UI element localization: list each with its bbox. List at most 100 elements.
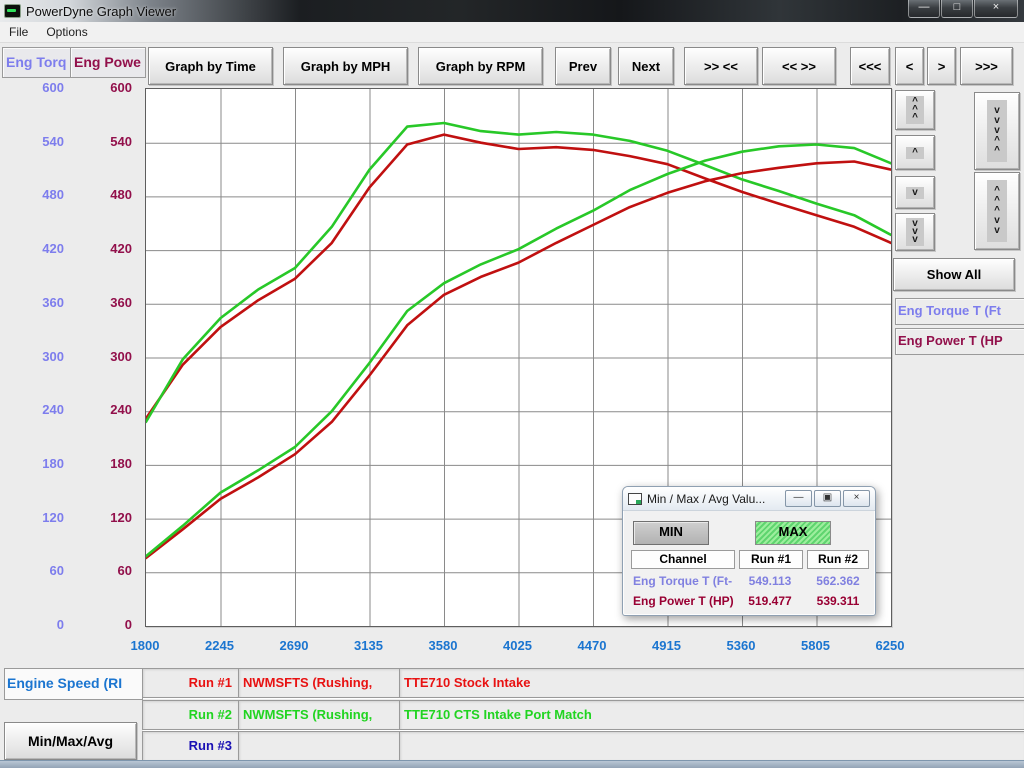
title-bar: PowerDyne Graph Viewer — □ ×: [0, 0, 1024, 22]
toolbar-next-button[interactable]: Next: [618, 47, 674, 85]
y-tick-540: 540: [68, 134, 132, 149]
x-tick-1800: 1800: [110, 638, 180, 653]
run3-dyno-label: [238, 731, 400, 761]
maximize-icon[interactable]: □: [941, 0, 973, 18]
scroll-down-button[interactable]: v: [895, 176, 935, 209]
power-channel-label[interactable]: Eng Power T (HP: [895, 328, 1024, 355]
chevron-down-icon: v: [906, 187, 924, 199]
min-max-avg-dialog: Min / Max / Avg Valu... — ▣ × MIN MAX Ch…: [622, 486, 876, 616]
toolbar-pan-left-button[interactable]: <: [895, 47, 924, 85]
power-row-channel: Eng Power T (HP): [633, 594, 739, 608]
powerdyne-window: PowerDyne Graph Viewer — □ × File Option…: [0, 0, 1024, 768]
y-tick-120: 120: [68, 510, 132, 525]
x-tick-2245: 2245: [185, 638, 255, 653]
y-tick-240: 240: [0, 402, 64, 417]
menu-bar: File Options: [0, 22, 1024, 43]
dialog-restore-icon[interactable]: ▣: [814, 490, 841, 507]
toolbar-graph-by-time-button[interactable]: Graph by Time: [148, 47, 273, 85]
run2-dyno-label: NWMSFTS (Rushing,: [238, 700, 400, 730]
torque-run1-max: 549.113: [739, 574, 801, 588]
run3-description: [399, 731, 1024, 761]
y-tick-480: 480: [68, 187, 132, 202]
y-tick-180: 180: [68, 456, 132, 471]
chevron-up-icon: ^: [906, 147, 924, 159]
power-axis-header[interactable]: Eng Powe: [70, 47, 146, 78]
dialog-close-icon[interactable]: ×: [843, 490, 870, 507]
menu-file[interactable]: File: [0, 23, 37, 41]
y-tick-420: 420: [0, 241, 64, 256]
y-tick-360: 360: [68, 295, 132, 310]
dialog-minimize-icon[interactable]: —: [785, 490, 812, 507]
engine-speed-label: Engine Speed (RI: [4, 668, 143, 700]
min-max-avg-button[interactable]: Min/Max/Avg: [4, 722, 137, 760]
toolbar-graph-by-mph-button[interactable]: Graph by MPH: [283, 47, 408, 85]
triple-chevron-up-icon: ^^^: [906, 96, 924, 124]
x-tick-5360: 5360: [706, 638, 776, 653]
toolbar-graph-by-rpm-button[interactable]: Graph by RPM: [418, 47, 543, 85]
vertical-zoom-out-button[interactable]: ^^^vv: [974, 172, 1020, 250]
rpm-axis-ticks: 1800224526903135358040254470491553605805…: [0, 638, 1024, 658]
toolbar-zoom-out-x-button[interactable]: << >>: [762, 47, 836, 85]
torque-axis-ticks: 060120180240300360420480540600: [0, 88, 68, 625]
run1-description: TTE710 Stock Intake: [399, 668, 1024, 698]
triple-chevron-down-icon: vvv: [906, 218, 924, 246]
close-icon[interactable]: ×: [974, 0, 1018, 18]
min-toggle-button[interactable]: MIN: [633, 521, 709, 545]
y-tick-120: 120: [0, 510, 64, 525]
x-tick-3135: 3135: [334, 638, 404, 653]
run1-column-header: Run #1: [739, 550, 803, 569]
y-tick-300: 300: [68, 349, 132, 364]
toolbar: Graph by Time Graph by MPH Graph by RPM Pre…: [148, 47, 1013, 85]
y-tick-60: 60: [68, 563, 132, 578]
chevrons-expand-icon: ^^^vv: [987, 180, 1007, 242]
torque-row-channel: Eng Torque T (Ft-: [633, 574, 739, 588]
dialog-title-bar[interactable]: Min / Max / Avg Valu... — ▣ ×: [623, 487, 875, 511]
y-tick-360: 360: [0, 295, 64, 310]
x-tick-2690: 2690: [259, 638, 329, 653]
scroll-up-fast-button[interactable]: ^^^: [895, 90, 935, 130]
dialog-icon: [628, 493, 642, 505]
toolbar-pan-right-button[interactable]: >: [927, 47, 956, 85]
dialog-title: Min / Max / Avg Valu...: [647, 492, 783, 506]
max-toggle-button[interactable]: MAX: [755, 521, 831, 545]
x-tick-6250: 6250: [855, 638, 925, 653]
chevrons-collapse-icon: vvv^^: [987, 100, 1007, 162]
run1-label: Run #1: [142, 668, 239, 698]
y-tick-60: 60: [0, 563, 64, 578]
torque-axis-header[interactable]: Eng Torq: [2, 47, 74, 78]
y-tick-420: 420: [68, 241, 132, 256]
y-tick-180: 180: [0, 456, 64, 471]
toolbar-pan-far-left-button[interactable]: <<<: [850, 47, 890, 85]
window-title: PowerDyne Graph Viewer: [26, 4, 176, 19]
run2-label: Run #2: [142, 700, 239, 730]
scroll-up-button[interactable]: ^: [895, 135, 935, 170]
menu-options[interactable]: Options: [37, 23, 96, 41]
y-tick-0: 0: [68, 617, 132, 632]
torque-channel-label[interactable]: Eng Torque T (Ft: [895, 298, 1024, 325]
power-run2-max: 539.311: [807, 594, 869, 608]
toolbar-pan-far-right-button[interactable]: >>>: [960, 47, 1013, 85]
window-controls: — □ ×: [907, 0, 1018, 18]
x-tick-5805: 5805: [781, 638, 851, 653]
run2-description: TTE710 CTS Intake Port Match: [399, 700, 1024, 730]
toolbar-prev-button[interactable]: Prev: [555, 47, 611, 85]
channel-column-header: Channel: [631, 550, 735, 569]
y-tick-0: 0: [0, 617, 64, 632]
app-icon: [4, 4, 21, 18]
minimize-icon[interactable]: —: [908, 0, 940, 18]
y-tick-540: 540: [0, 134, 64, 149]
power-axis-ticks: 060120180240300360420480540600: [72, 88, 136, 625]
run2-column-header: Run #2: [807, 550, 869, 569]
window-bottom-edge: [0, 760, 1024, 768]
y-tick-600: 600: [0, 80, 64, 95]
y-tick-300: 300: [0, 349, 64, 364]
x-tick-4915: 4915: [632, 638, 702, 653]
run3-label: Run #3: [142, 731, 239, 761]
scroll-down-fast-button[interactable]: vvv: [895, 213, 935, 251]
x-tick-3580: 3580: [408, 638, 478, 653]
vertical-zoom-in-button[interactable]: vvv^^: [974, 92, 1020, 170]
y-tick-240: 240: [68, 402, 132, 417]
toolbar-zoom-in-x-button[interactable]: >> <<: [684, 47, 758, 85]
x-tick-4470: 4470: [557, 638, 627, 653]
show-all-button[interactable]: Show All: [893, 258, 1015, 291]
